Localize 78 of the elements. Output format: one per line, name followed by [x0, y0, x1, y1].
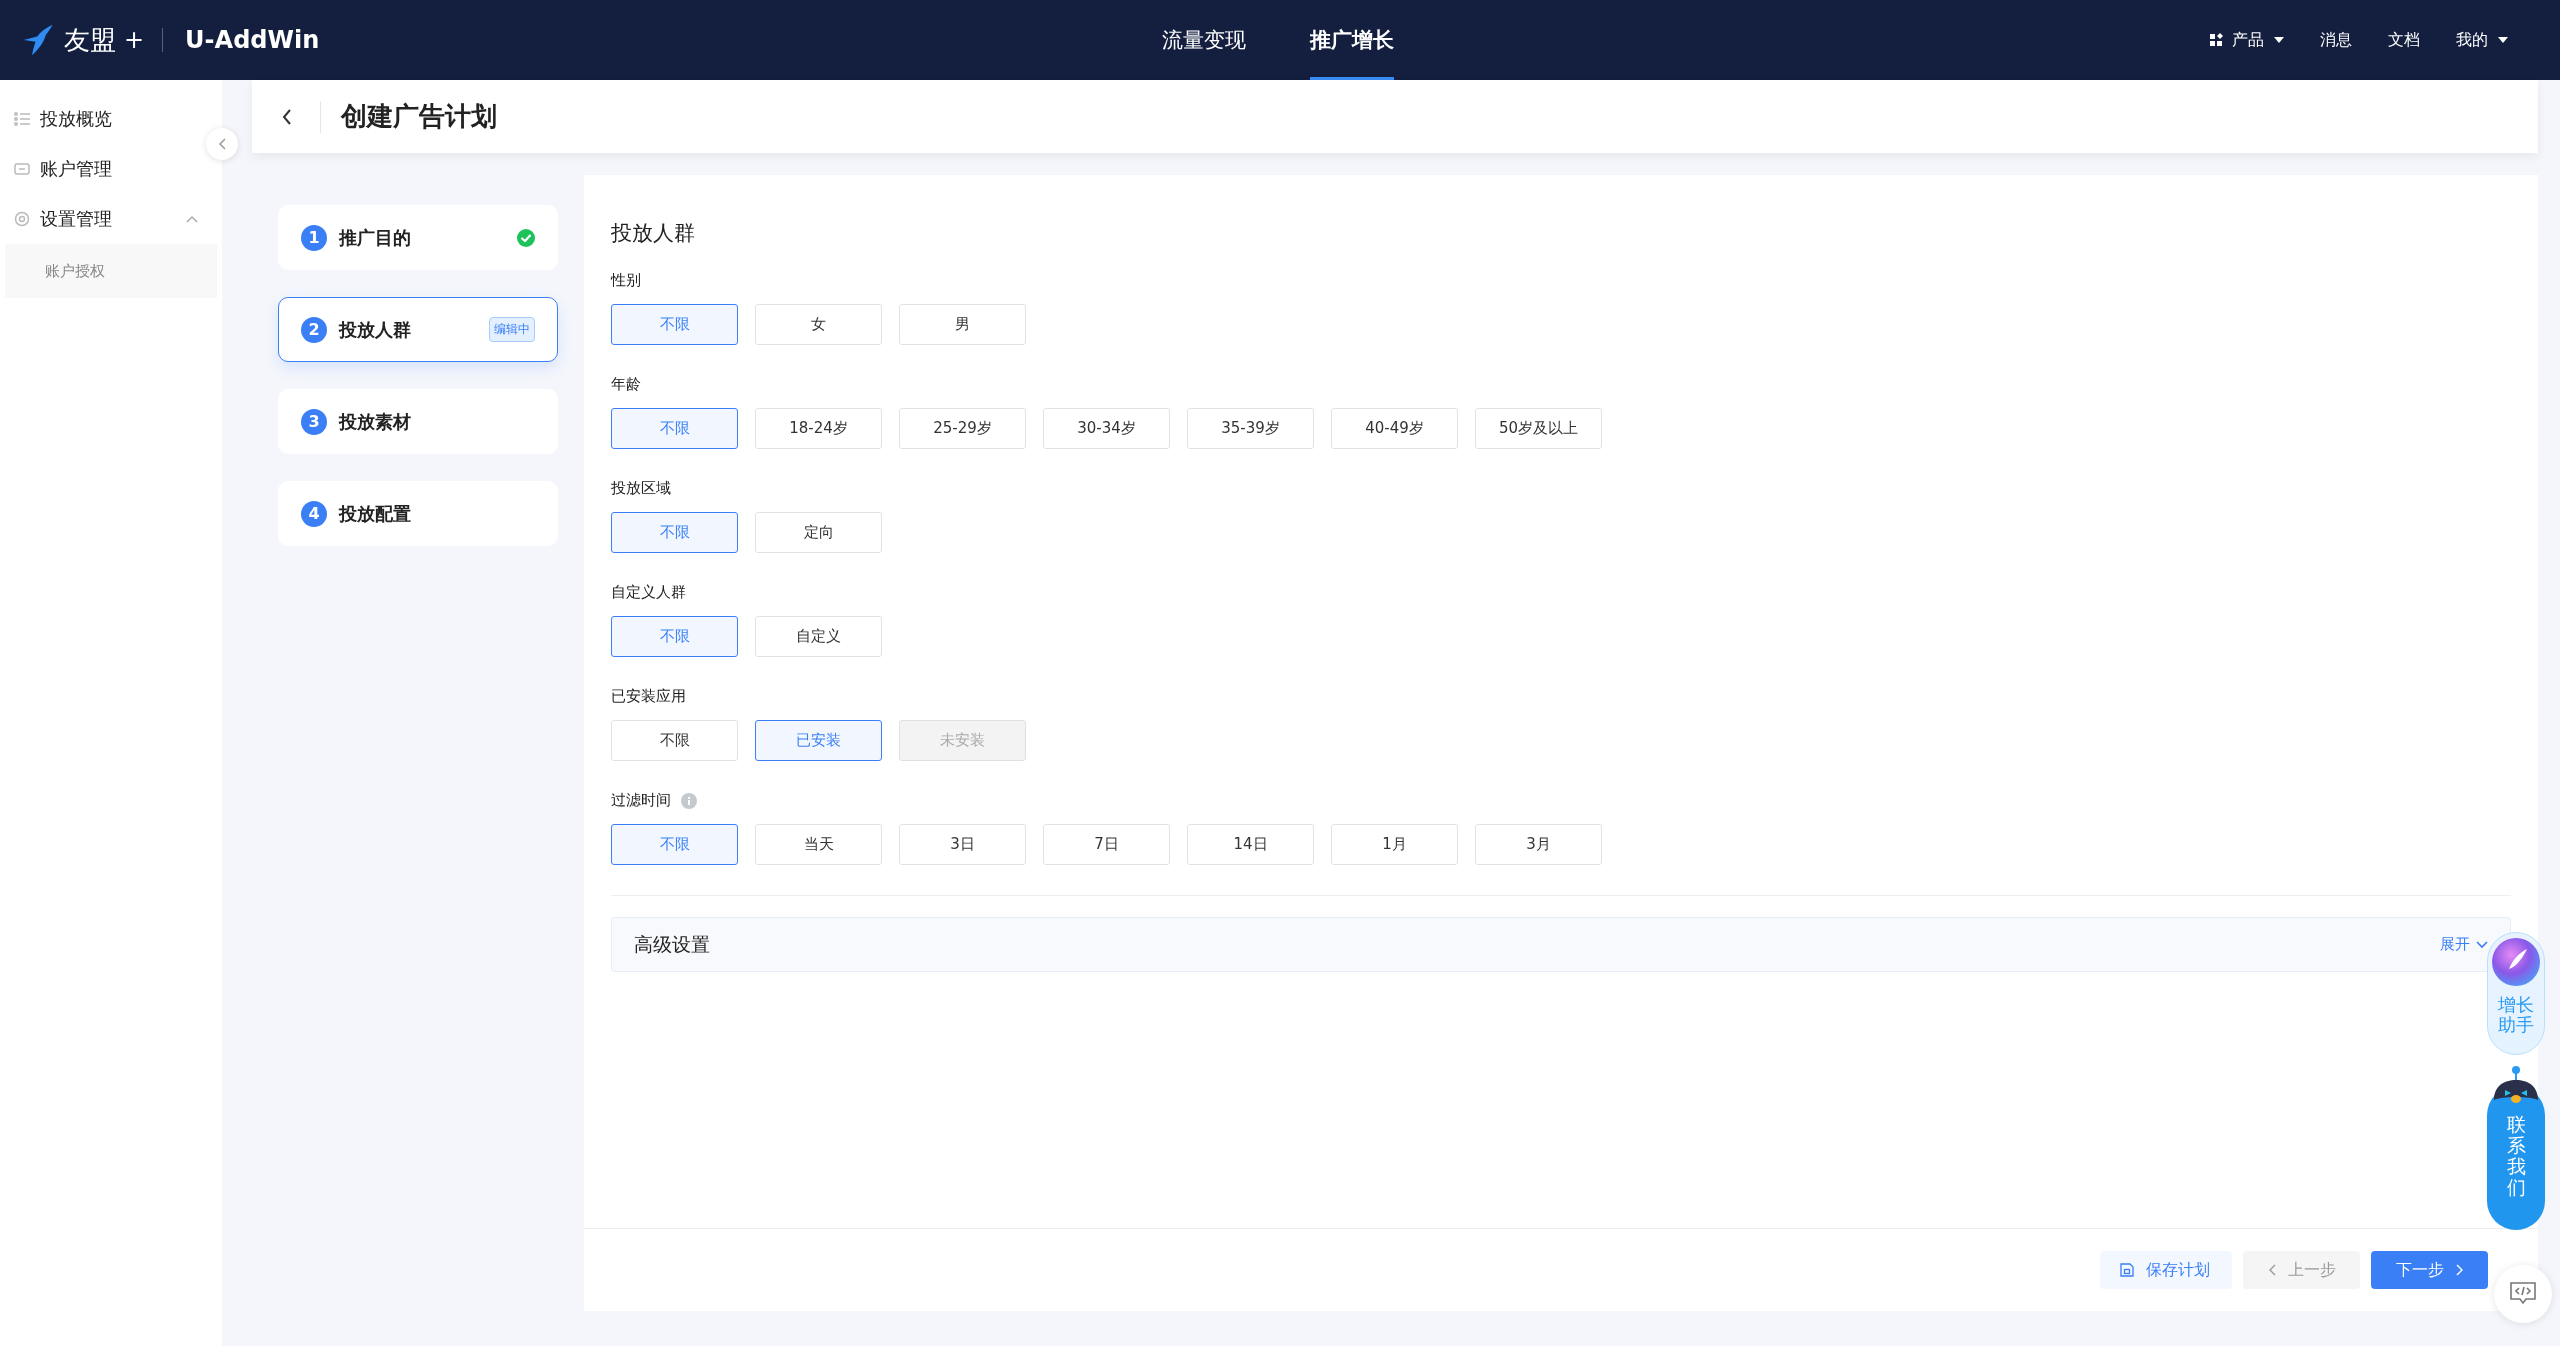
step-card[interactable]: 2 投放人群 编辑中 [278, 297, 558, 362]
option-button[interactable]: 不限 [611, 824, 738, 865]
option-button[interactable]: 定向 [755, 512, 882, 553]
step-number: 1 [301, 224, 327, 251]
option-button[interactable]: 当天 [755, 824, 882, 865]
option-button[interactable]: 自定义 [755, 616, 882, 657]
status-badge: 编辑中 [489, 317, 535, 342]
save-plan-button[interactable]: 保存计划 [2100, 1251, 2232, 1289]
step-number: 4 [301, 500, 327, 527]
option-button[interactable]: 女 [755, 304, 882, 345]
chevron-left-icon [2267, 1264, 2276, 1276]
advanced-settings-bar[interactable]: 高级设置 展开 [611, 917, 2511, 972]
caret-icon [2498, 37, 2508, 43]
field-label: 自定义人群 [611, 583, 686, 602]
chevron-left-icon [282, 108, 292, 125]
brand-plus: + [124, 26, 145, 54]
option-button[interactable]: 1月 [1331, 824, 1458, 865]
nav-link[interactable]: 文档 [2388, 29, 2420, 51]
step-card[interactable]: 1 推广目的 [278, 205, 558, 270]
sidebar-item[interactable]: 投放概览 [0, 94, 222, 144]
field-label: 已安装应用 [611, 687, 686, 706]
option-button[interactable]: 不限 [611, 720, 738, 761]
step-card[interactable]: 4 投放配置 [278, 481, 558, 546]
option-button[interactable]: 不限 [611, 408, 738, 449]
option-button[interactable]: 不限 [611, 512, 738, 553]
product-name: U-AddWin [185, 26, 320, 54]
next-step-button[interactable]: 下一步 [2371, 1251, 2488, 1289]
ticket-icon [14, 163, 30, 175]
sidebar-item[interactable]: 设置管理 [0, 194, 222, 244]
step-label: 投放人群 [339, 317, 411, 342]
option-button[interactable]: 18-24岁 [755, 408, 882, 449]
sidebar-item[interactable]: 账户管理 [0, 144, 222, 194]
settings-icon [14, 211, 30, 227]
option-button[interactable]: 不限 [611, 304, 738, 345]
save-icon [2120, 1263, 2134, 1277]
brand-name: 友盟 [64, 23, 116, 57]
step-label: 投放配置 [339, 501, 411, 526]
nav-link[interactable]: 消息 [2320, 29, 2352, 51]
option-button[interactable]: 3月 [1475, 824, 1602, 865]
option-button[interactable]: 3日 [899, 824, 1026, 865]
chevron-right-icon [2455, 1264, 2464, 1276]
grid-icon[interactable] [2210, 33, 2224, 47]
field-label: 投放区域 [611, 479, 671, 498]
step-card[interactable]: 3 投放素材 [278, 389, 558, 454]
nav-tab[interactable]: 流量变现 [1162, 0, 1246, 80]
code-chat-button[interactable] [2494, 1265, 2552, 1323]
step-number: 3 [301, 408, 327, 435]
nav-link[interactable]: 产品 [2232, 29, 2264, 51]
section-title: 投放人群 [611, 220, 696, 247]
sidebar-subitem[interactable]: 账户授权 [5, 244, 217, 298]
option-button[interactable]: 已安装 [755, 720, 882, 761]
advanced-settings-title: 高级设置 [634, 931, 710, 957]
sparkle-orb-icon [2491, 937, 2541, 987]
option-button[interactable]: 14日 [1187, 824, 1314, 865]
option-button[interactable]: 40-49岁 [1331, 408, 1458, 449]
page-title: 创建广告计划 [341, 100, 497, 133]
option-button[interactable]: 不限 [611, 616, 738, 657]
option-button[interactable]: 50岁及以上 [1475, 408, 1602, 449]
option-button[interactable]: 男 [899, 304, 1026, 345]
option-button[interactable]: 30-34岁 [1043, 408, 1170, 449]
step-label: 推广目的 [339, 225, 411, 250]
contact-us-label: 联系我们 [2506, 1114, 2526, 1198]
option-button[interactable]: 7日 [1043, 824, 1170, 865]
chevron-left-icon [218, 138, 226, 150]
assistant-label: 增长助手 [2498, 995, 2534, 1035]
back-button[interactable] [282, 108, 292, 125]
step-label: 投放素材 [339, 409, 411, 434]
option-button[interactable]: 35-39岁 [1187, 408, 1314, 449]
expand-link[interactable]: 展开 [2440, 935, 2470, 954]
field-label: 性别 [611, 271, 641, 290]
step-number: 2 [301, 316, 327, 343]
caret-icon [2274, 37, 2284, 43]
field-label: 年龄 [611, 375, 641, 394]
code-bubble-icon [2510, 1282, 2536, 1306]
option-button[interactable]: 25-29岁 [899, 408, 1026, 449]
nav-link[interactable]: 我的 [2456, 29, 2488, 51]
field-label: 过滤时间 [611, 791, 671, 810]
list-icon [14, 112, 30, 126]
